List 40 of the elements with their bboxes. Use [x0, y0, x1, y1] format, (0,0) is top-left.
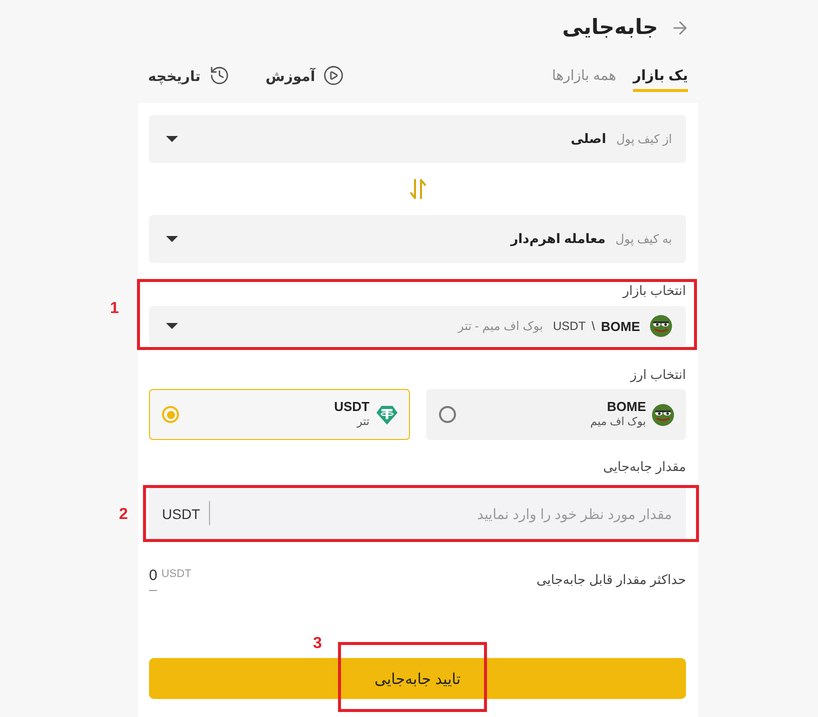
page-title: جابه‌جایی: [562, 15, 658, 41]
annotation-number: 2: [119, 506, 128, 524]
currency-symbol: USDT: [334, 399, 370, 415]
pair-separator: \: [592, 319, 595, 333]
currency-symbol: BOME: [607, 399, 646, 415]
frog-face-icon: [650, 315, 672, 337]
wallet-select[interactable]: از کیف پول اصلی: [149, 115, 686, 163]
base-symbol: BOME: [601, 318, 640, 334]
quote-symbol: USDT: [552, 319, 586, 333]
confirm-button[interactable]: تایید جابه‌جایی: [149, 658, 686, 699]
tutorial-link[interactable]: آموزش: [266, 56, 344, 86]
field-label: از کیف پول: [616, 132, 672, 146]
unit-label: USDT: [149, 487, 210, 540]
frog-face-icon: [652, 404, 674, 426]
caret-down-icon: [166, 236, 178, 242]
selected-value: معامله اهرم‌دار: [510, 231, 606, 247]
market-tab[interactable]: یک بازار: [633, 56, 688, 92]
currency-name: بوک اف میم: [590, 415, 646, 430]
field-label: به کیف پول: [616, 232, 672, 246]
section-label: انتخاب بازار: [621, 283, 686, 299]
max-amount-label: حداکثر مقدار قابل جابه‌جایی: [536, 572, 686, 588]
selected-value: اصلی: [570, 131, 606, 147]
radio-icon[interactable]: [438, 406, 456, 423]
caret-down-icon: [166, 323, 178, 329]
currency-name: تتر: [357, 415, 370, 430]
amount-input[interactable]: مقدار مورد نظر خود را وارد نمایید: [210, 487, 686, 540]
section-label: انتخاب ارز: [629, 367, 686, 383]
wallet-select[interactable]: به کیف پول معامله اهرم‌دار: [149, 215, 686, 263]
market-name: بوک اف میم - تتر: [458, 319, 543, 333]
annotation-number: 1: [110, 300, 119, 318]
history-icon: [208, 65, 230, 86]
caret-down-icon: [166, 136, 178, 142]
play-icon: [323, 65, 344, 86]
annotation-number: 3: [313, 635, 322, 653]
max-amount-value[interactable]: 0: [149, 568, 158, 591]
unit-label: USDT: [161, 568, 192, 580]
section-label: مقدار جابه‌جایی: [602, 459, 686, 475]
radio-icon[interactable]: [162, 406, 179, 423]
history-link[interactable]: تاریخچه: [148, 56, 230, 86]
t-hexagon-icon: [376, 404, 398, 426]
